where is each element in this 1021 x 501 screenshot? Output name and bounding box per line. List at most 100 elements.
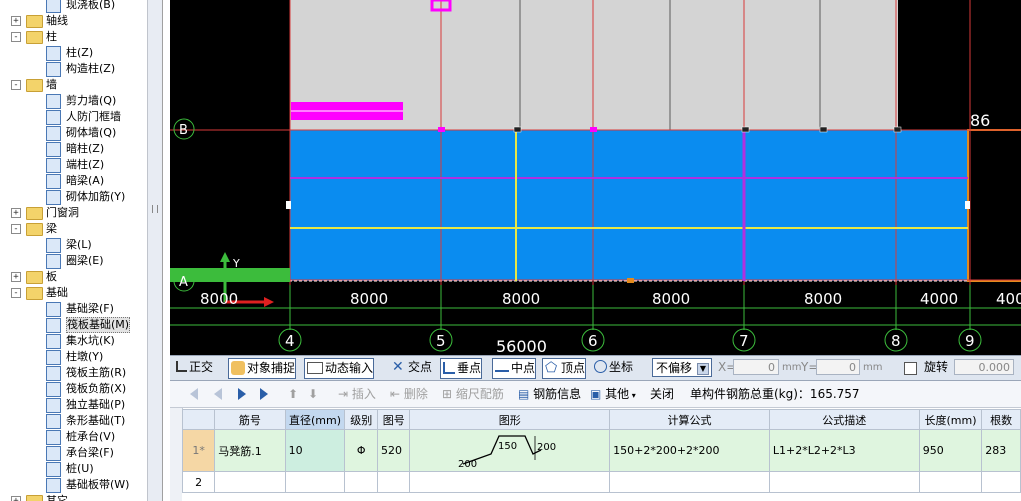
tree-item[interactable]: 基础梁(F) [0, 301, 147, 317]
cell-fig-no[interactable] [376, 471, 411, 493]
close-button[interactable]: 关闭 [650, 385, 674, 403]
intersection-snap-button[interactable]: ✕ 交点 [390, 358, 432, 377]
tree-folder[interactable]: + 板 [0, 269, 147, 285]
rebar-info-button[interactable]: ▤ 钢筋信息 [518, 385, 581, 403]
midpoint-snap-button[interactable]: 中点 [492, 358, 537, 379]
collapse-icon[interactable]: - [11, 32, 21, 42]
last-record-icon[interactable] [260, 388, 268, 400]
move-down-icon[interactable]: ⬇ [308, 385, 318, 403]
header-fig-no[interactable]: 图号 [376, 409, 411, 430]
perpendicular-snap-button[interactable]: 垂点 [440, 358, 483, 379]
cell-diameter[interactable]: 10 [284, 429, 346, 472]
offset-select[interactable]: 不偏移 ▼ [652, 358, 712, 377]
first-record-icon[interactable] [190, 388, 198, 400]
tree-folder[interactable]: + 轴线 [0, 13, 147, 29]
rotate-input[interactable]: 0.000 [954, 359, 1014, 375]
cell-count[interactable] [981, 471, 1021, 493]
header-rebar-no[interactable]: 筋号 [214, 409, 286, 430]
tree-folder[interactable]: + 门窗洞 [0, 205, 147, 221]
y-input[interactable]: 0 [816, 359, 860, 375]
tree-item[interactable]: 桩承台(V) [0, 429, 147, 445]
tree-item[interactable]: 筏板主筋(R) [0, 365, 147, 381]
delete-button[interactable]: ⇤ 删除 [390, 385, 428, 403]
other-menu-button[interactable]: ▣ 其他 ▾ [590, 385, 636, 403]
collapse-icon[interactable]: - [11, 224, 21, 234]
header-diameter[interactable]: 直径(mm) [284, 409, 346, 430]
vertex-snap-button[interactable]: ⬠ 顶点 [542, 358, 587, 379]
cell-formula[interactable] [609, 471, 770, 493]
expand-icon[interactable]: + [11, 272, 21, 282]
expand-icon[interactable]: + [11, 16, 21, 26]
tree-item[interactable]: 基础板带(W) [0, 477, 147, 493]
collapse-icon[interactable]: - [11, 80, 21, 90]
cell-rebar-name[interactable]: 马凳筋.1 [214, 429, 286, 472]
ortho-button[interactable]: 正交 [174, 358, 213, 377]
tree-item[interactable]: 暗梁(A) [0, 173, 147, 189]
cell-rebar-name[interactable] [214, 471, 286, 493]
header-length[interactable]: 长度(mm) [918, 409, 983, 430]
row-header[interactable]: 1* [182, 429, 216, 472]
coordinate-snap-button[interactable]: 坐标 [592, 358, 633, 377]
drawing-canvas[interactable]: B A Y 8000 8000 8000 8000 8000 4000 400 56000 … [170, 0, 1021, 355]
tree-item[interactable]: 条形基础(T) [0, 413, 147, 429]
panel-splitter[interactable] [147, 0, 162, 501]
header-formula[interactable]: 计算公式 [609, 409, 770, 430]
cell-count[interactable]: 283 [981, 429, 1021, 472]
tree-item[interactable]: 桩(U) [0, 461, 147, 477]
expand-icon[interactable]: + [11, 208, 21, 218]
tree-item[interactable]: 筏板基础(M) [0, 317, 147, 333]
tree-item[interactable]: 承台梁(F) [0, 445, 147, 461]
cell-diameter[interactable] [284, 471, 346, 493]
tree-item[interactable]: 圈梁(E) [0, 253, 147, 269]
cell-grade[interactable] [344, 471, 378, 493]
scale-rebar-button[interactable]: ⊞ 缩尺配筋 [442, 385, 504, 403]
tree-folder[interactable]: -墙 [0, 77, 147, 93]
insert-button[interactable]: ⇥ 插入 [338, 385, 376, 403]
table-row[interactable]: 2 [182, 471, 1021, 493]
tree-folder[interactable]: -梁 [0, 221, 147, 237]
tree-folder[interactable]: -柱 [0, 29, 147, 45]
dynamic-input-button[interactable]: 动态输入 [304, 358, 375, 379]
collapse-icon[interactable]: - [11, 288, 21, 298]
table-row[interactable]: 1* 马凳筋.1 10 Φ 520 150 200 200 150+2*200+… [182, 429, 1021, 472]
cell-shape[interactable] [409, 471, 611, 493]
tree-item[interactable]: 砌体墙(Q) [0, 125, 147, 141]
cell-formula-desc[interactable]: L1+2*L2+2*L3 [768, 429, 920, 472]
tree-item[interactable]: 剪力墙(Q) [0, 93, 147, 109]
cell-shape[interactable]: 150 200 200 [409, 429, 611, 472]
tree-item[interactable]: 现浇板(B) [0, 0, 147, 13]
cell-fig-no[interactable]: 520 [376, 429, 411, 472]
tree-item[interactable]: 砌体加筋(Y) [0, 189, 147, 205]
cad-drawing[interactable]: B A Y 8000 8000 8000 8000 8000 4000 400 56000 … [170, 0, 1021, 355]
header-grade[interactable]: 级别 [344, 409, 378, 430]
rotate-checkbox[interactable] [904, 362, 917, 375]
tree-item[interactable]: 柱(Z) [0, 45, 147, 61]
cell-grade[interactable]: Φ [344, 429, 378, 472]
cell-formula[interactable]: 150+2*200+2*200 [609, 429, 770, 472]
tree-item[interactable]: 暗柱(Z) [0, 141, 147, 157]
tree-folder[interactable]: + 其它 [0, 493, 147, 501]
header-shape[interactable]: 图形 [409, 409, 611, 430]
cell-length[interactable] [918, 471, 983, 493]
tree-item[interactable]: 梁(L) [0, 237, 147, 253]
rebar-grid[interactable]: 筋号 直径(mm) 级别 图号 图形 计算公式 公式描述 长度(mm) 根数 1… [182, 409, 1021, 501]
x-input[interactable]: 0 [733, 359, 779, 375]
expand-icon[interactable]: + [11, 496, 21, 501]
next-record-icon[interactable] [238, 388, 246, 400]
header-count[interactable]: 根数 [981, 409, 1021, 430]
tree-item[interactable]: 柱墩(Y) [0, 349, 147, 365]
tree-item[interactable]: 人防门框墙 [0, 109, 147, 125]
tree-folder[interactable]: - 基础 [0, 285, 147, 301]
tree-item[interactable]: 集水坑(K) [0, 333, 147, 349]
cell-formula-desc[interactable] [768, 471, 920, 493]
move-up-icon[interactable]: ⬆ [288, 385, 298, 403]
component-tree[interactable]: 现浇板(B) + 轴线 - 柱柱(Z) 构造柱(Z) - 墙剪力墙(Q) 人防门框墙 砌体墙(Q)… [0, 0, 163, 501]
tree-item[interactable]: 筏板负筋(X) [0, 381, 147, 397]
prev-record-icon[interactable] [214, 388, 222, 400]
cell-length[interactable]: 950 [918, 429, 983, 472]
tree-item[interactable]: 构造柱(Z) [0, 61, 147, 77]
row-header[interactable]: 2 [182, 471, 216, 493]
header-formula-desc[interactable]: 公式描述 [768, 409, 920, 430]
object-snap-button[interactable]: 对象捕捉 [228, 358, 297, 379]
tree-item[interactable]: 端柱(Z) [0, 157, 147, 173]
